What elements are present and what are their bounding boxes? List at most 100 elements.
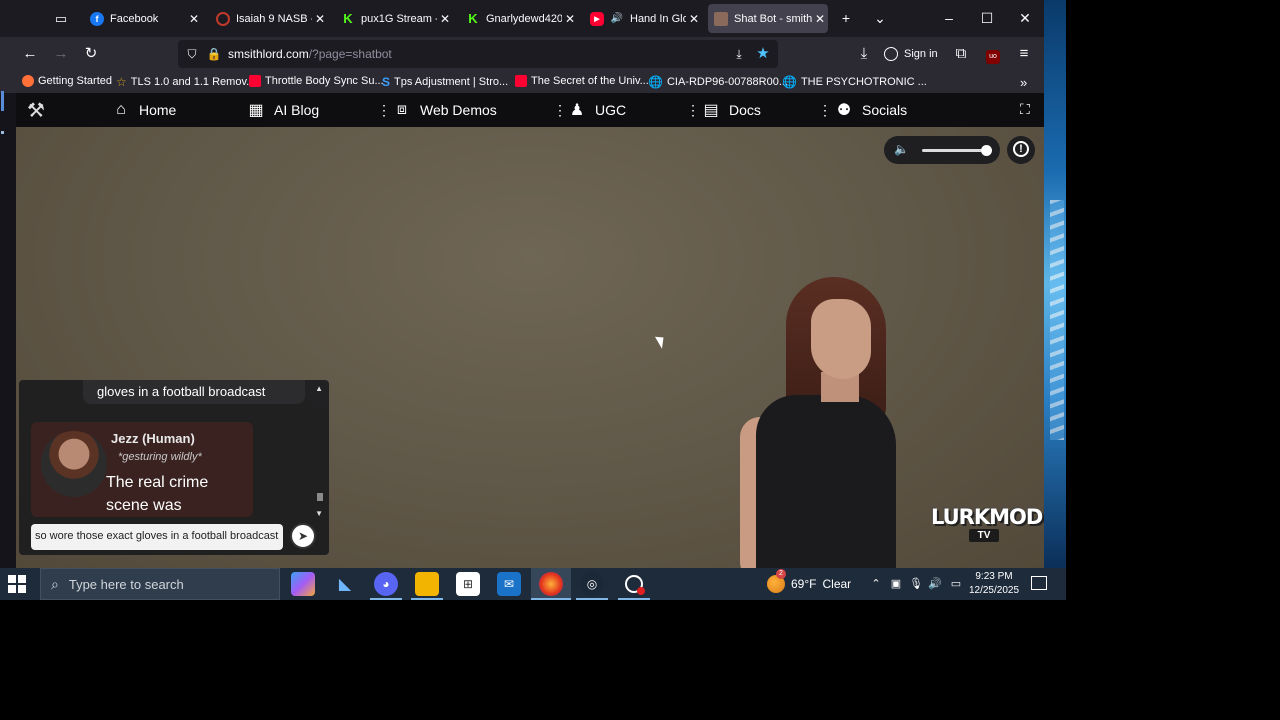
document-icon: ▤ <box>703 102 719 119</box>
close-tab-icon[interactable]: ✕ <box>812 12 828 26</box>
bookmark-item[interactable]: S Tps Adjustment | Stro... <box>382 75 508 89</box>
send-icon[interactable]: ➤ <box>290 523 316 549</box>
nav-label: Web Demos <box>420 102 497 118</box>
nav-ai-blog[interactable]: ▦ AI Blog <box>246 99 319 121</box>
list-all-tabs-icon[interactable]: ▭ <box>50 8 72 30</box>
weather-widget[interactable]: 2 69°F Clear <box>767 568 851 600</box>
firefox-icon[interactable] <box>539 572 563 596</box>
tab-gnarlydewd[interactable]: K Gnarlydewd420 S ✕ <box>460 4 578 33</box>
lock-icon[interactable]: 🔒 <box>206 46 222 62</box>
notifications-icon[interactable] <box>1031 576 1047 590</box>
address-bar[interactable]: ⛉ 🔒 smsithlord.com/?page=shatbot ⤓ ★ <box>178 40 778 68</box>
volume-slider[interactable] <box>922 145 992 156</box>
meet-now-icon[interactable]: ▣ <box>889 576 903 592</box>
message-text: The real crime scene was <box>106 474 209 514</box>
windows-start-icon[interactable] <box>8 575 26 593</box>
site-logo-icon[interactable]: ⚒ <box>26 99 46 122</box>
more-icon[interactable]: ⋮ <box>686 102 700 118</box>
chat-scrollbar-thumb[interactable] <box>317 493 323 501</box>
more-bookmarks-icon[interactable]: » <box>1020 75 1027 90</box>
save-page-icon[interactable]: ⤓ <box>731 46 747 62</box>
close-window-icon[interactable]: ✕ <box>1006 0 1044 37</box>
volume-control[interactable]: 🔈 <box>884 136 1000 164</box>
downloads-icon[interactable]: ⤓ <box>852 42 876 66</box>
chat-message-card: Jezz (Human) *gesturing wildly* The real… <box>31 422 253 517</box>
logo-subtext: TV <box>969 529 999 542</box>
nav-socials[interactable]: ⚉ Socials <box>834 99 907 121</box>
microsoft-store-icon[interactable]: ⊞ <box>456 572 480 596</box>
volume-slider-handle[interactable] <box>981 145 992 156</box>
mail-icon[interactable]: ✉ <box>497 572 521 596</box>
bookmark-label: Getting Started <box>38 75 112 87</box>
volume-icon[interactable]: 🔊 <box>928 576 942 592</box>
shatbot-scene[interactable]: 🔈 gloves in a football broadcast ▲ ▼ Jez… <box>16 127 1044 568</box>
tab-facebook[interactable]: f Facebook ✕ <box>84 4 202 33</box>
discord-icon[interactable]: ◕ <box>374 572 398 596</box>
more-icon[interactable]: ⋮ <box>818 102 832 118</box>
tab-hand-in-glove[interactable]: ▶ 🔊 Hand In Glov ✕ <box>584 4 702 33</box>
new-tab-icon[interactable]: + <box>827 0 865 37</box>
nav-ugc[interactable]: ♟ UGC <box>567 99 626 121</box>
tab-label: Gnarlydewd420 S <box>486 12 562 25</box>
back-icon[interactable]: ← <box>18 42 42 66</box>
bookmark-label: Tps Adjustment | Stro... <box>394 76 509 88</box>
nav-web-demos[interactable]: ⧈ Web Demos <box>392 99 497 121</box>
reload-icon[interactable]: ↻ <box>79 42 103 66</box>
steam-icon[interactable]: ◎ <box>580 572 604 596</box>
chevron-down-icon[interactable]: ⌄ <box>861 0 899 37</box>
close-tab-icon[interactable]: ✕ <box>312 12 328 26</box>
bookmark-item[interactable]: 🌐 CIA-RDP96-00788R00... <box>648 75 788 89</box>
bookmark-item[interactable]: 🌐 THE PSYCHOTRONIC ... <box>782 75 927 89</box>
bookmark-item[interactable]: Throttle Body Sync Su... <box>249 75 384 87</box>
bookmark-item[interactable]: ☆ TLS 1.0 and 1.1 Remov... <box>116 75 255 89</box>
sign-in-button[interactable]: Sign in <box>884 42 938 66</box>
logo-text: LURKMODE <box>931 505 1044 529</box>
report-icon[interactable] <box>1007 136 1035 164</box>
tab-isaiah[interactable]: Isaiah 9 NASB - B ✕ <box>210 4 328 33</box>
running-indicator <box>618 598 650 600</box>
tab-shat-bot[interactable]: Shat Bot - smith ✕ <box>708 4 828 33</box>
network-icon[interactable]: ▭ <box>949 576 963 592</box>
chevron-up-icon[interactable]: ⌃ <box>869 576 883 592</box>
weather-sun-icon: 2 <box>767 569 786 593</box>
tab-pux1g-stream[interactable]: K pux1G Stream - V ✕ <box>335 4 453 33</box>
obs-icon[interactable] <box>622 572 646 596</box>
nav-docs[interactable]: ▤ Docs <box>701 99 760 121</box>
tab-strip: ▭ f Facebook ✕ Isaiah 9 NASB - B ✕ K pux… <box>0 0 1044 37</box>
calendar-icon: ▦ <box>248 102 264 119</box>
close-tab-icon[interactable]: ✕ <box>686 12 702 26</box>
scroll-up-icon[interactable]: ▲ <box>315 384 323 393</box>
microphone-icon[interactable]: 🎙 <box>909 576 923 592</box>
bookmark-star-icon[interactable]: ★ <box>755 46 771 62</box>
url-text[interactable]: smsithlord.com/?page=shatbot <box>228 47 392 61</box>
fullscreen-icon[interactable]: ⛶ <box>1020 101 1036 117</box>
minimize-icon[interactable]: – <box>930 0 968 37</box>
copilot-icon[interactable] <box>291 572 315 596</box>
speaker-icon[interactable]: 🔊 <box>610 12 624 26</box>
nav-label: Socials <box>862 102 908 118</box>
taskbar-search[interactable]: ⌕ Type here to search <box>40 568 280 600</box>
scroll-down-icon[interactable]: ▼ <box>315 509 323 518</box>
close-tab-icon[interactable]: ✕ <box>562 12 578 26</box>
windows-app-icon[interactable]: ◣ <box>333 572 357 596</box>
shield-icon[interactable]: ⛉ <box>184 46 200 62</box>
more-icon[interactable]: ⋮ <box>553 102 567 118</box>
menu-icon[interactable]: ≡ <box>1012 42 1036 66</box>
more-icon[interactable]: ⋮ <box>377 102 391 118</box>
speaker-icon[interactable]: 🔈 <box>894 142 910 158</box>
avatar <box>41 431 107 497</box>
kick-icon: K <box>343 11 353 26</box>
close-tab-icon[interactable]: ✕ <box>437 12 453 26</box>
bookmark-item[interactable]: The Secret of the Univ... <box>515 75 649 87</box>
forward-icon[interactable]: → <box>49 42 73 66</box>
chat-input[interactable]: so wore those exact gloves in a football… <box>31 524 283 550</box>
extensions-icon[interactable]: ⧉ <box>949 42 973 66</box>
running-indicator <box>576 598 608 600</box>
maximize-icon[interactable]: ☐ <box>968 0 1006 37</box>
ublock-icon[interactable]: uo <box>981 42 1005 66</box>
nav-home[interactable]: ⌂ Home <box>111 99 176 121</box>
system-clock[interactable]: 9:23 PM 12/25/2025 <box>962 570 1026 598</box>
close-tab-icon[interactable]: ✕ <box>186 12 202 26</box>
bookmark-item[interactable]: Getting Started <box>22 75 112 87</box>
file-explorer-icon[interactable] <box>415 572 439 596</box>
